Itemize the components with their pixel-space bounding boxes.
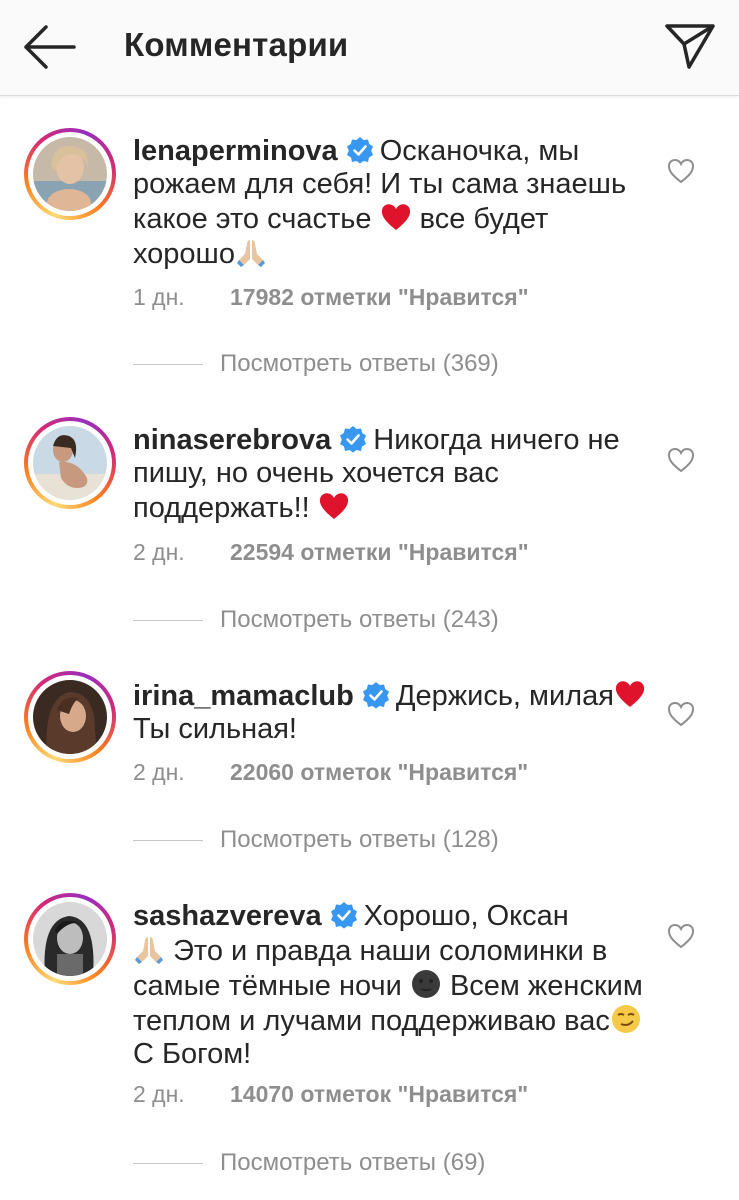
comment-likes[interactable]: 22060 отметок "Нравится" bbox=[230, 759, 528, 785]
replies-divider bbox=[133, 840, 203, 841]
replies-divider bbox=[133, 364, 203, 365]
avatar-story-ring[interactable] bbox=[24, 128, 116, 220]
comment-meta: 2 дн. 14070 отметок "Нравится" bbox=[133, 1081, 528, 1108]
comment-text: irina_mamaclub Держись, милая Ты сильная! bbox=[133, 678, 653, 746]
avatar-story-ring[interactable] bbox=[24, 893, 116, 985]
share-button[interactable] bbox=[662, 20, 718, 72]
page-title: Комментарии bbox=[124, 26, 349, 63]
view-replies-link[interactable]: Посмотреть ответы (243) bbox=[220, 606, 499, 634]
avatar-story-ring[interactable] bbox=[24, 417, 116, 509]
heart-outline-icon bbox=[667, 923, 695, 949]
avatar bbox=[33, 426, 107, 500]
comment-body-continued: Ты сильная! bbox=[133, 713, 297, 745]
comment-text: lenaperminova Осканочка, мы рожаем для се… bbox=[133, 135, 653, 271]
comment-username[interactable]: lenaperminova bbox=[133, 135, 338, 167]
paper-plane-icon bbox=[665, 24, 715, 69]
verified-badge-icon bbox=[346, 137, 373, 164]
red-heart-emoji-icon bbox=[319, 493, 348, 519]
comment-username[interactable]: sashazvereva bbox=[133, 900, 322, 932]
comment-meta: 2 дн. 22594 отметки "Нравится" bbox=[133, 539, 529, 566]
avatar bbox=[33, 137, 107, 211]
like-button[interactable] bbox=[666, 156, 696, 186]
comment-text: sashazvereva Хорошо, Оксан Это и правда н… bbox=[133, 900, 653, 1071]
like-button[interactable] bbox=[666, 445, 696, 475]
view-replies-link[interactable]: Посмотреть ответы (369) bbox=[220, 350, 499, 378]
comment-username[interactable]: irina_mamaclub bbox=[133, 680, 354, 712]
like-button[interactable] bbox=[666, 699, 696, 729]
comment-time: 2 дн. bbox=[133, 759, 185, 785]
comment-username[interactable]: ninaserebrova bbox=[133, 424, 331, 456]
comment-body: Хорошо, Оксан bbox=[363, 900, 569, 932]
back-button[interactable] bbox=[20, 22, 78, 72]
smirking-face-emoji-icon bbox=[611, 1005, 640, 1033]
app-header: Комментарии bbox=[0, 0, 739, 96]
comment-time: 2 дн. bbox=[133, 1081, 185, 1107]
verified-badge-icon bbox=[362, 682, 389, 709]
comment-likes[interactable]: 14070 отметок "Нравится" bbox=[230, 1081, 528, 1107]
like-button[interactable] bbox=[666, 921, 696, 951]
replies-divider bbox=[133, 620, 203, 621]
comment-meta: 2 дн. 22060 отметок "Нравится" bbox=[133, 759, 528, 786]
heart-outline-icon bbox=[667, 701, 695, 727]
red-heart-emoji-icon bbox=[381, 204, 410, 230]
new-moon-face-emoji-icon bbox=[411, 970, 440, 998]
folded-hands-emoji-icon bbox=[236, 240, 265, 267]
heart-outline-icon bbox=[667, 447, 695, 473]
comment-likes[interactable]: 17982 отметки "Нравится" bbox=[230, 284, 529, 310]
avatar bbox=[33, 680, 107, 754]
verified-badge-icon bbox=[340, 426, 367, 453]
view-replies-link[interactable]: Посмотреть ответы (128) bbox=[220, 826, 499, 854]
red-heart-emoji-icon bbox=[615, 681, 645, 707]
folded-hands-emoji-icon bbox=[135, 937, 163, 964]
comment-body: Держись, милая bbox=[395, 680, 614, 712]
replies-divider bbox=[133, 1163, 203, 1164]
view-replies-link[interactable]: Посмотреть ответы (69) bbox=[220, 1149, 485, 1177]
comment-time: 1 дн. bbox=[133, 284, 185, 310]
comment-text: ninaserebrova Никогда ничего не пишу, но … bbox=[133, 424, 653, 525]
comment-body-end: С Богом! bbox=[133, 1038, 252, 1070]
avatar bbox=[33, 902, 107, 976]
verified-badge-icon bbox=[330, 902, 357, 929]
comment-time: 2 дн. bbox=[133, 539, 185, 565]
comment-likes[interactable]: 22594 отметки "Нравится" bbox=[230, 539, 529, 565]
avatar-story-ring[interactable] bbox=[24, 671, 116, 763]
heart-outline-icon bbox=[667, 158, 695, 184]
comment-meta: 1 дн. 17982 отметки "Нравится" bbox=[133, 284, 529, 311]
arrow-left-icon bbox=[24, 25, 76, 69]
